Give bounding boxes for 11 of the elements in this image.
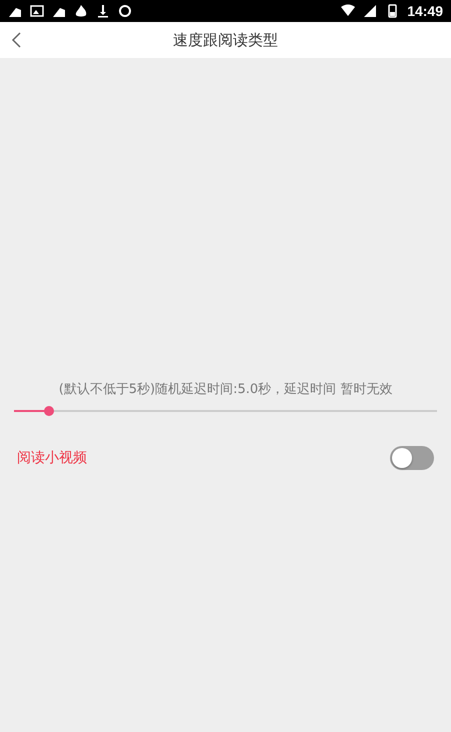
slider-thumb[interactable]: [44, 406, 54, 416]
clock: 14:49: [407, 3, 443, 19]
image-icon: [30, 4, 44, 18]
page-title: 速度跟阅读类型: [173, 30, 278, 50]
wifi-icon: [341, 4, 356, 18]
signal-icon: [363, 4, 378, 18]
delay-caption: (默认不低于5秒)随机延迟时间:5.0秒，延迟时间 暂时无效: [58, 381, 394, 398]
download-icon: [96, 4, 110, 18]
toggle-switch[interactable]: [390, 446, 434, 470]
setting-label: 阅读小视频: [17, 449, 87, 467]
flame-icon: [74, 4, 88, 18]
